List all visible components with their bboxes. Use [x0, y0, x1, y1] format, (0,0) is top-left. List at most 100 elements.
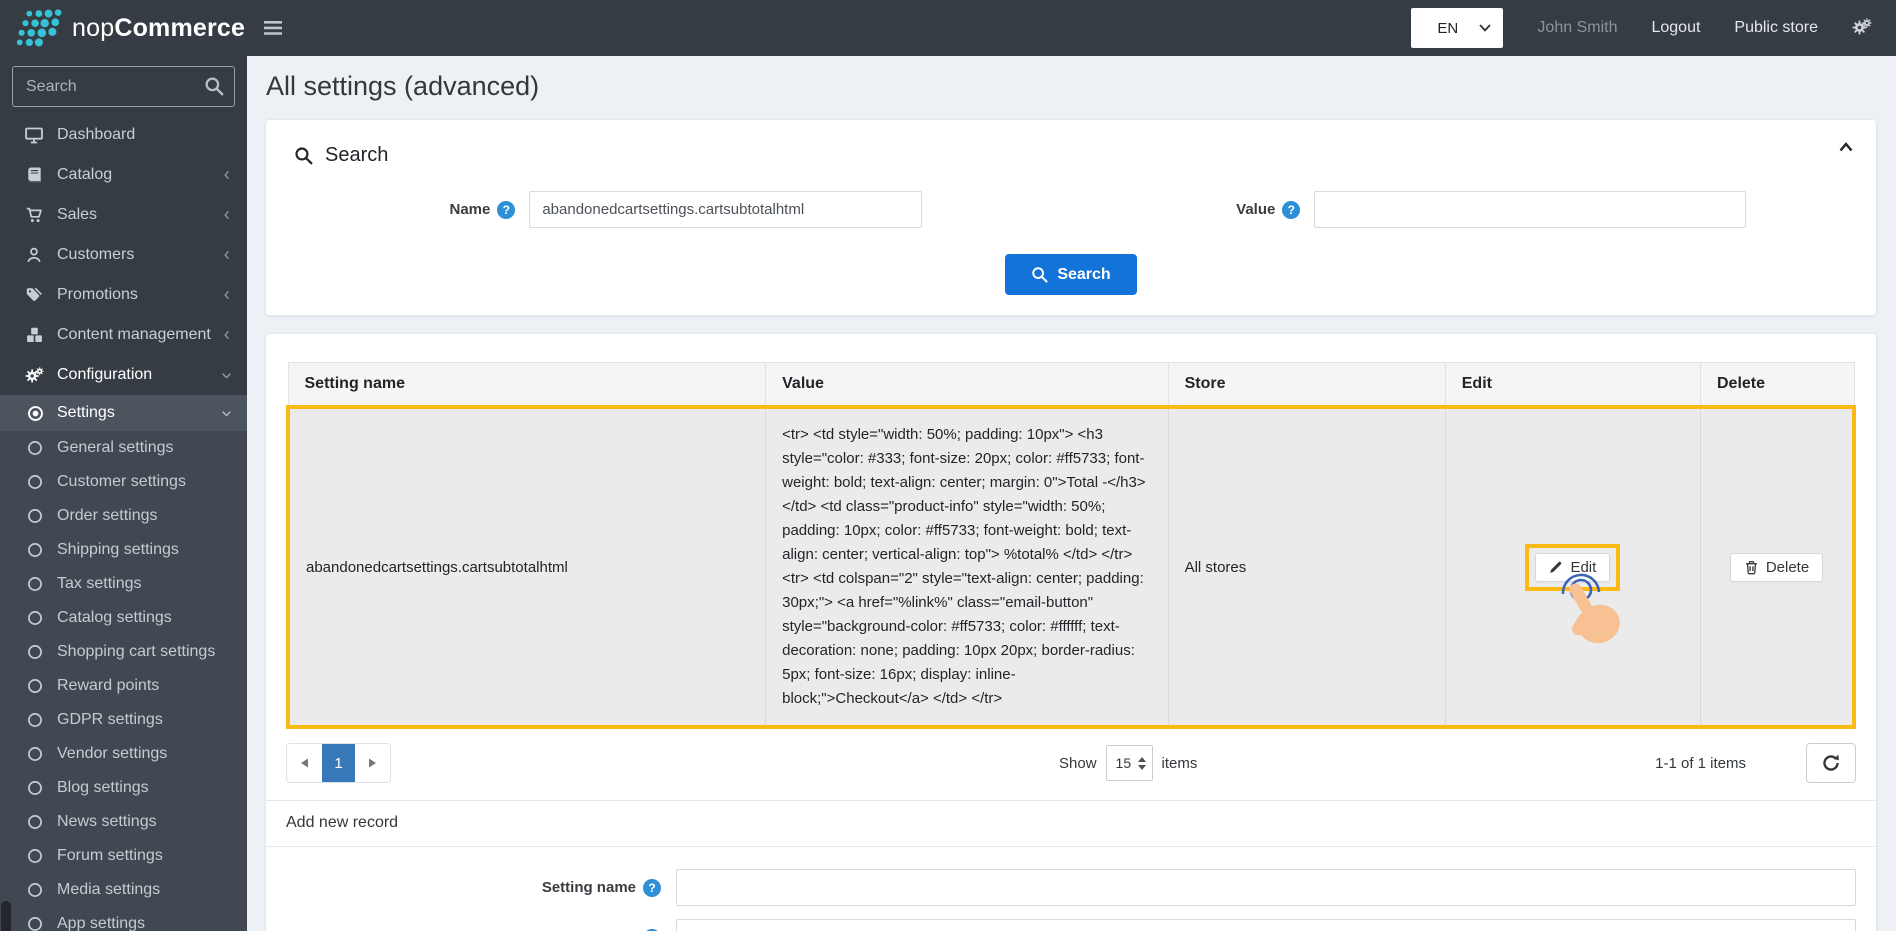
search-panel: Search Name ? Value ? Search: [265, 119, 1877, 316]
sidebar-item-label: Forum settings: [57, 847, 163, 865]
logout-link[interactable]: Logout: [1651, 19, 1700, 37]
settings-grid-panel: Setting name Value Store Edit Delete aba…: [265, 333, 1877, 931]
delete-button[interactable]: Delete: [1730, 553, 1823, 582]
help-icon[interactable]: ?: [1282, 201, 1300, 219]
sidebar-item-label: Vendor settings: [57, 745, 167, 763]
table-header-row: Setting name Value Store Edit Delete: [288, 363, 1854, 408]
language-value: EN: [1437, 20, 1458, 37]
sidebar-item-settings[interactable]: Settings: [0, 395, 247, 431]
sidebar-item-dashboard[interactable]: Dashboard: [0, 115, 247, 155]
hamburger-icon: [263, 19, 283, 37]
cubes-icon: [24, 327, 44, 343]
sidebar-item-general-settings[interactable]: General settings: [0, 431, 247, 465]
cell-edit: Edit: [1445, 407, 1700, 727]
chevron-left-icon: [221, 168, 233, 182]
chevron-left-icon: [221, 208, 233, 222]
items-label: items: [1162, 755, 1198, 772]
collapse-panel-button[interactable]: [1838, 140, 1854, 158]
sidebar-item-shipping-settings[interactable]: Shipping settings: [0, 533, 247, 567]
grid-footer: 1 Show 15 items 1-1 of 1 items: [286, 743, 1856, 783]
sidebar-item-shopping-cart-settings[interactable]: Shopping cart settings: [0, 635, 247, 669]
search-icon: [294, 146, 313, 165]
sidebar-item-promotions[interactable]: Promotions: [0, 275, 247, 315]
settings-mode-button[interactable]: [1852, 18, 1872, 38]
add-new-record-form: Setting name ? Value ?: [286, 869, 1856, 931]
help-icon[interactable]: ?: [497, 201, 515, 219]
previous-page-button[interactable]: [287, 744, 322, 782]
chevron-down-icon: [220, 407, 233, 420]
tags-icon: [24, 287, 44, 303]
sidebar-item-forum-settings[interactable]: Forum settings: [0, 839, 247, 873]
search-button[interactable]: Search: [1005, 254, 1136, 295]
gears-icon: [1852, 18, 1872, 38]
sidebar-item-label: Shopping cart settings: [57, 643, 215, 661]
sidebar-item-media-settings[interactable]: Media settings: [0, 873, 247, 907]
sidebar-item-content-management[interactable]: Content management: [0, 315, 247, 355]
search-name-input[interactable]: [529, 191, 922, 228]
new-setting-name-input[interactable]: [676, 869, 1856, 906]
refresh-button[interactable]: [1806, 743, 1856, 783]
add-new-record-title: Add new record: [286, 801, 1856, 846]
search-value-input[interactable]: [1314, 191, 1746, 228]
sidebar-item-label: General settings: [57, 439, 174, 457]
circle-icon: [26, 542, 44, 558]
circle-icon: [26, 780, 44, 796]
brand-logo[interactable]: nopCommerce: [0, 0, 247, 56]
public-store-link[interactable]: Public store: [1734, 19, 1818, 37]
new-setting-value-input[interactable]: [676, 919, 1856, 931]
circle-icon: [26, 440, 44, 456]
cell-setting-name: abandonedcartsettings.cartsubtotalhtml: [288, 407, 766, 727]
sidebar-item-label: Order settings: [57, 507, 157, 525]
sidebar-scrollbar[interactable]: [1, 901, 11, 931]
circle-icon: [26, 916, 44, 931]
nopcommerce-dots-icon: [12, 6, 62, 50]
sidebar-item-catalog-settings[interactable]: Catalog settings: [0, 601, 247, 635]
sidebar-item-label: Tax settings: [57, 575, 141, 593]
sidebar: Dashboard Catalog Sales Customers Pro: [0, 56, 247, 931]
sidebar-item-blog-settings[interactable]: Blog settings: [0, 771, 247, 805]
sidebar-item-vendor-settings[interactable]: Vendor settings: [0, 737, 247, 771]
sidebar-item-tax-settings[interactable]: Tax settings: [0, 567, 247, 601]
sidebar-item-configuration[interactable]: Configuration: [0, 355, 247, 395]
page-size-stepper[interactable]: 15: [1106, 745, 1153, 781]
circle-icon: [26, 746, 44, 762]
chevron-left-icon: [221, 248, 233, 262]
sidebar-item-customers[interactable]: Customers: [0, 235, 247, 275]
sidebar-item-label: News settings: [57, 813, 157, 831]
language-select[interactable]: EN: [1411, 8, 1503, 48]
sidebar-item-customer-settings[interactable]: Customer settings: [0, 465, 247, 499]
sidebar-item-label: Media settings: [57, 881, 160, 899]
column-header-edit: Edit: [1445, 363, 1700, 408]
sidebar-item-label: Catalog settings: [57, 609, 172, 627]
next-page-button[interactable]: [355, 744, 390, 782]
divider: [266, 846, 1876, 847]
search-icon: [204, 76, 224, 101]
circle-icon: [26, 474, 44, 490]
sidebar-search-input[interactable]: [12, 66, 235, 107]
current-page-button[interactable]: 1: [322, 744, 355, 782]
chevron-left-icon: [221, 288, 233, 302]
edit-button[interactable]: Edit: [1535, 553, 1610, 582]
circle-icon: [26, 814, 44, 830]
sidebar-item-gdpr-settings[interactable]: GDPR settings: [0, 703, 247, 737]
sidebar-item-app-settings[interactable]: App settings: [0, 907, 247, 931]
sidebar-item-sales[interactable]: Sales: [0, 195, 247, 235]
sidebar-toggle-button[interactable]: [263, 19, 283, 37]
brand-name: nopCommerce: [72, 14, 245, 43]
sidebar-item-label: Blog settings: [57, 779, 149, 797]
sidebar-item-news-settings[interactable]: News settings: [0, 805, 247, 839]
sidebar-item-order-settings[interactable]: Order settings: [0, 499, 247, 533]
refresh-icon: [1822, 754, 1840, 772]
column-header-setting-name: Setting name: [288, 363, 766, 408]
sidebar-item-catalog[interactable]: Catalog: [0, 155, 247, 195]
sidebar-item-label: Customers: [57, 246, 134, 264]
circle-icon: [26, 644, 44, 660]
circle-icon: [26, 712, 44, 728]
sidebar-item-label: Promotions: [57, 286, 138, 304]
help-icon[interactable]: ?: [643, 879, 661, 897]
sidebar-item-reward-points[interactable]: Reward points: [0, 669, 247, 703]
column-header-store: Store: [1168, 363, 1445, 408]
circle-icon: [26, 508, 44, 524]
name-label: Name: [449, 201, 490, 218]
caret-left-icon: [300, 758, 309, 768]
